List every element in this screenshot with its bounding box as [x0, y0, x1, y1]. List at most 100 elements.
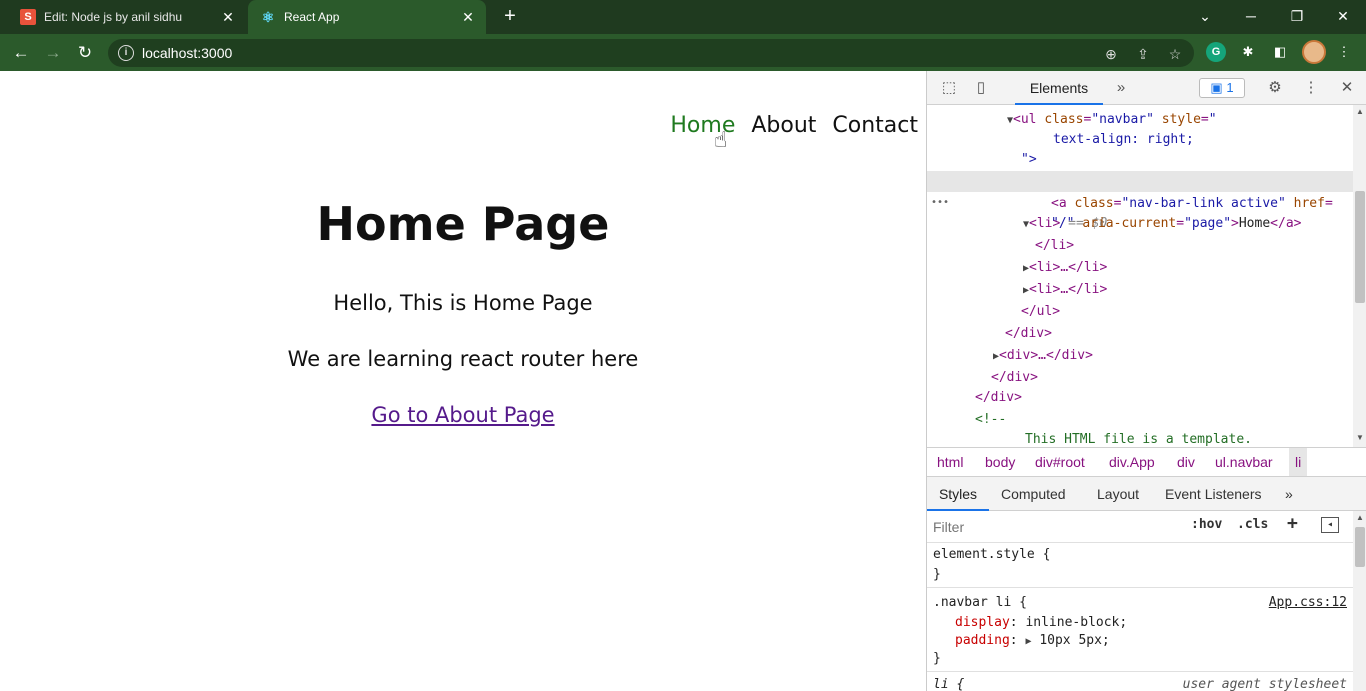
profile-avatar[interactable] [1302, 40, 1326, 64]
dom-ul-close: </ul> [1021, 304, 1061, 319]
rule-close-brace: } [933, 567, 941, 582]
breadcrumb-app[interactable]: div.App [1109, 448, 1155, 476]
dom-node-anchor-cont[interactable]: "/" aria-current="page">Home</a> [1051, 213, 1301, 234]
browser-menu-icon[interactable]: ⋮ [1334, 42, 1354, 62]
nav-link-about[interactable]: About [751, 113, 816, 138]
url-text[interactable]: localhost:3000 [142, 45, 232, 61]
bookmark-star-icon[interactable]: ☆ [1166, 45, 1184, 63]
styles-tab-bar: Styles Computed Layout Event Listeners » [927, 477, 1366, 511]
tab-elements[interactable]: Elements [1015, 71, 1103, 105]
close-tab-icon[interactable]: ✕ [218, 9, 238, 26]
side-panel-icon[interactable]: ◧ [1270, 42, 1290, 62]
zoom-icon[interactable]: ⊕ [1102, 45, 1120, 63]
dom-comment-text: This HTML file is a template. [1025, 432, 1252, 447]
rule-navbar-li-selector[interactable]: .navbar li { [933, 593, 1027, 613]
message-icon: ▣ [1210, 80, 1223, 95]
dom-node-anchor[interactable]: <a class="nav-bar-link active" href= [1051, 193, 1333, 214]
s-favicon-icon: S [20, 9, 36, 25]
scroll-up-icon[interactable]: ▲ [1356, 513, 1364, 522]
more-tabs-icon[interactable]: » [1111, 78, 1131, 98]
tab-layout[interactable]: Layout [1097, 477, 1139, 511]
inspect-element-icon[interactable]: ⬚ [939, 78, 959, 98]
rule-source-link[interactable]: App.css:12 [1269, 595, 1347, 610]
toggle-sidebar-icon[interactable]: ◂ [1321, 517, 1339, 533]
scroll-up-icon[interactable]: ▲ [1356, 107, 1364, 116]
dom-node-li-collapsed[interactable]: ▶<li>…</li> [1023, 257, 1107, 278]
tab-title: Edit: Node js by anil sidhu [44, 10, 183, 24]
tab-event-listeners[interactable]: Event Listeners [1165, 477, 1262, 511]
close-tab-icon[interactable]: ✕ [458, 9, 478, 26]
dom-tree: ▼<ul class="navbar" style=" text-align: … [927, 105, 1353, 447]
page-heading: Home Page [316, 197, 610, 251]
devtools-panel: ⬚ ▯ Elements » ▣ 1 ⚙ ⋮ ✕ ▼<ul class="nav… [926, 71, 1366, 691]
settings-gear-icon[interactable]: ⚙ [1265, 78, 1285, 98]
restore-button[interactable]: ❐ [1274, 0, 1320, 34]
share-icon[interactable]: ⇪ [1134, 45, 1152, 63]
issues-badge[interactable]: ▣ 1 [1199, 78, 1245, 98]
css-prop-display[interactable]: display: inline-block; [955, 613, 1127, 633]
scroll-down-icon[interactable]: ▼ [1356, 433, 1364, 442]
dom-node-div-collapsed[interactable]: ▶<div>…</div> [993, 345, 1093, 366]
go-to-about-link[interactable]: Go to About Page [371, 403, 554, 427]
new-tab-button[interactable]: + [498, 4, 522, 28]
rule-li-selector[interactable]: li { [933, 675, 964, 691]
dom-div-close: </div> [991, 370, 1038, 385]
intro-text: Hello, This is Home Page [333, 291, 593, 315]
dom-tag-close: "> [1021, 152, 1037, 167]
breadcrumb-navbar[interactable]: ul.navbar [1215, 448, 1273, 476]
styles-scroll-thumb[interactable] [1355, 527, 1365, 567]
back-arrow-icon[interactable]: ← [8, 40, 34, 66]
breadcrumb-html[interactable]: html [937, 448, 963, 476]
expand-right-icon[interactable]: ▶ [1025, 636, 1031, 647]
react-favicon-icon: ⚛ [261, 8, 275, 25]
tab-styles[interactable]: Styles [927, 477, 989, 511]
css-prop-padding[interactable]: padding: ▶ 10px 5px; [955, 631, 1110, 651]
browser-toolbar: ← → ↻ i localhost:3000 ⊕ ⇪ ☆ G ✱ ◧ ⋮ [0, 34, 1366, 71]
dom-div-close: </div> [1005, 326, 1052, 341]
extensions-puzzle-icon[interactable]: ✱ [1238, 42, 1258, 62]
devtools-menu-icon[interactable]: ⋮ [1301, 78, 1321, 98]
breadcrumb: html body div#root div.App div ul.navbar… [927, 447, 1366, 477]
dom-div-close: </div> [975, 390, 1022, 405]
styles-scrollbar[interactable]: ▲ [1353, 511, 1366, 691]
styles-pane: element.style { } .navbar li { App.css:1… [927, 543, 1353, 691]
close-devtools-icon[interactable]: ✕ [1337, 78, 1357, 98]
forward-arrow-icon[interactable]: → [40, 40, 66, 66]
breadcrumb-li[interactable]: li [1289, 448, 1308, 476]
node-actions-icon[interactable]: ••• [931, 192, 949, 213]
hover-state-button[interactable]: :hov [1191, 517, 1222, 532]
site-info-icon[interactable]: i [118, 45, 134, 61]
dom-scrollbar[interactable]: ▲ ▼ [1353, 105, 1366, 447]
rule-divider [927, 587, 1353, 588]
minimize-button[interactable]: ─ [1228, 0, 1274, 34]
styles-filter-row: :hov .cls + ◂ [927, 511, 1353, 543]
dom-comment-open: <!-- [975, 412, 1007, 427]
browser-tab-node-js[interactable]: S Edit: Node js by anil sidhu ✕ [8, 0, 246, 34]
grammarly-extension-icon[interactable]: G [1206, 42, 1226, 62]
tab-computed[interactable]: Computed [1001, 477, 1066, 511]
breadcrumb-div[interactable]: div [1177, 448, 1195, 476]
close-window-button[interactable]: ✕ [1320, 0, 1366, 34]
learning-text: We are learning react router here [287, 347, 639, 371]
tab-title: React App [284, 10, 340, 24]
rule-element-style[interactable]: element.style { [933, 545, 1050, 565]
more-tabs-icon[interactable]: » [1285, 477, 1293, 511]
reload-icon[interactable]: ↻ [72, 40, 98, 66]
breadcrumb-body[interactable]: body [985, 448, 1015, 476]
filter-input[interactable] [933, 515, 1181, 539]
dom-node-ul[interactable]: ▼<ul class="navbar" style=" [1007, 109, 1217, 130]
browser-tab-react-app[interactable]: ⚛ React App ✕ [248, 0, 486, 34]
address-bar[interactable]: i localhost:3000 ⊕ ⇪ ☆ [108, 39, 1194, 67]
class-toggle-button[interactable]: .cls [1237, 517, 1268, 532]
dom-scroll-thumb[interactable] [1355, 191, 1365, 303]
tab-search-chevron-icon[interactable]: ⌄ [1182, 0, 1228, 34]
dom-node-li-selected[interactable]: ••• ▼<li> == $0 [927, 171, 1353, 231]
devtools-toolbar: ⬚ ▯ Elements » ▣ 1 ⚙ ⋮ ✕ [927, 71, 1366, 105]
breadcrumb-root[interactable]: div#root [1035, 448, 1085, 476]
dom-node-li-collapsed[interactable]: ▶<li>…</li> [1023, 279, 1107, 300]
about-link-wrapper: Go to About Page [0, 403, 926, 427]
nav-link-contact[interactable]: Contact [832, 113, 918, 138]
new-rule-plus-icon[interactable]: + [1287, 513, 1298, 534]
hand-cursor-icon: ☝ [714, 128, 728, 153]
device-toolbar-icon[interactable]: ▯ [971, 78, 991, 98]
